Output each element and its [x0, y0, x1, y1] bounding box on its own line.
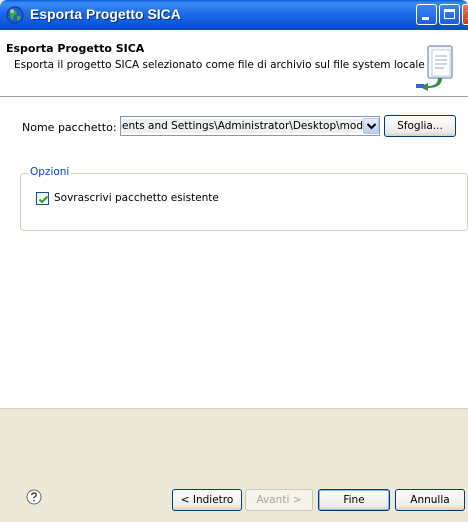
close-button[interactable]	[462, 4, 468, 25]
maximize-icon	[444, 9, 455, 19]
back-button[interactable]: < Indietro	[172, 489, 242, 511]
wizard-banner: Esporta Progetto SICA Esporta il progett…	[0, 30, 468, 97]
package-name-label: Nome pacchetto:	[22, 121, 117, 134]
wizard-page: Nome pacchetto: Documents and Settings\A…	[0, 97, 468, 408]
close-icon	[467, 10, 468, 19]
overwrite-checkbox[interactable]	[36, 192, 49, 205]
minimize-button[interactable]	[416, 4, 437, 25]
window-title: Esporta Progetto SICA	[30, 6, 181, 22]
banner-description: Esporta il progetto SICA selezionato com…	[14, 59, 425, 71]
package-name-value[interactable]: Documents and Settings\Administrator\Des…	[121, 119, 363, 133]
checkmark-icon	[38, 195, 49, 204]
minimize-icon	[422, 17, 429, 20]
finish-button[interactable]: Fine	[318, 489, 390, 511]
next-button[interactable]: Avanti >	[245, 489, 313, 511]
export-document-icon	[416, 45, 453, 91]
title-bar[interactable]: Esporta Progetto SICA	[0, 0, 468, 30]
options-legend: Opzioni	[28, 166, 72, 178]
export-dialog: Esporta Progetto SICA Esporta Progetto S…	[0, 0, 468, 522]
globe-app-icon	[6, 6, 24, 24]
cancel-button[interactable]: Annulla	[395, 489, 465, 511]
browse-button[interactable]: Sfoglia...	[384, 115, 456, 137]
chevron-down-icon	[367, 123, 376, 130]
maximize-button[interactable]	[439, 4, 460, 25]
banner-title: Esporta Progetto SICA	[6, 42, 145, 55]
package-name-combo[interactable]: Documents and Settings\Administrator\Des…	[120, 116, 380, 136]
help-icon[interactable]	[26, 489, 42, 505]
overwrite-label[interactable]: Sovrascrivi pacchetto esistente	[54, 192, 219, 204]
wizard-footer: < Indietro Avanti > Fine Annulla	[0, 409, 468, 522]
combo-dropdown-button[interactable]	[363, 118, 379, 134]
